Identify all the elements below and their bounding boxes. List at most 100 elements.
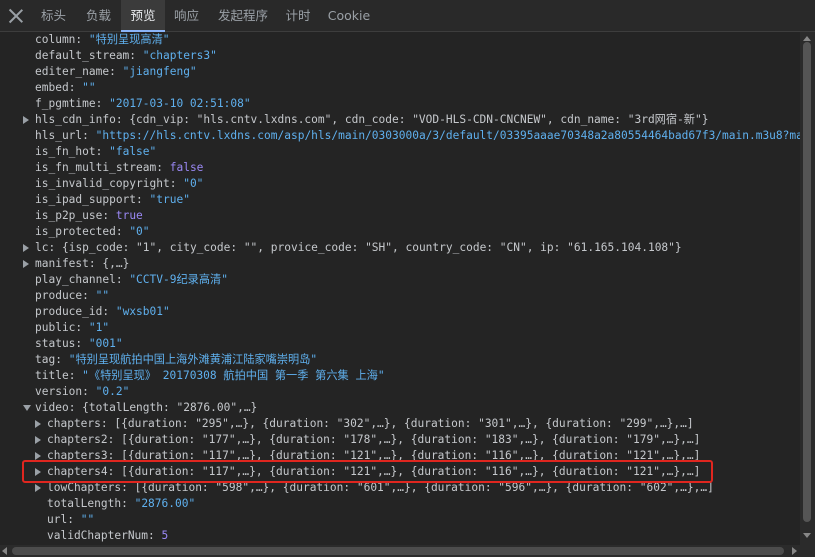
- json-row-produce-id: produce_id: "wxsb01": [35, 304, 170, 320]
- json-value: "2017-03-10 02:51:08": [109, 97, 251, 110]
- json-preview: {totalLength: "2876.00",…}: [82, 401, 258, 414]
- json-value: "001": [88, 337, 123, 350]
- triangle-right-icon[interactable]: [35, 436, 41, 444]
- json-row-column: column: "特别呈现高清": [35, 32, 170, 48]
- triangle-right-icon[interactable]: [23, 260, 29, 268]
- json-key: url: [47, 513, 68, 526]
- json-colon: :: [115, 113, 130, 126]
- json-preview: {isp_code: "1", city_code: "", provice_c…: [61, 241, 682, 254]
- json-colon: :: [68, 369, 83, 382]
- json-colon: :: [156, 161, 170, 174]
- json-value: "chapters3": [142, 49, 217, 62]
- scroll-left-arrow-icon[interactable]: [2, 547, 7, 555]
- json-row-play-channel: play_channel: "CCTV-9纪录高清": [35, 272, 228, 288]
- json-value: "wxsb01": [115, 305, 170, 318]
- tab-timing[interactable]: 计时: [278, 0, 318, 31]
- json-row-manifest[interactable]: manifest: {,…}: [23, 256, 130, 272]
- json-colon: :: [115, 225, 130, 238]
- triangle-right-icon[interactable]: [23, 244, 29, 252]
- json-key: hls_url: [35, 129, 83, 142]
- close-icon[interactable]: [6, 6, 26, 26]
- triangle-right-icon[interactable]: [23, 116, 29, 124]
- json-row-chapters[interactable]: chapters: [{duration: "295",…}, {duratio…: [35, 416, 694, 432]
- tab-response[interactable]: 响应: [165, 0, 208, 31]
- json-value: "特别呈现航拍中国上海外滩黄浦江陆家嘴崇明岛": [68, 353, 318, 366]
- json-value: "0": [129, 225, 150, 238]
- json-colon: :: [55, 353, 69, 366]
- tab-cookie[interactable]: Cookie: [318, 0, 380, 31]
- json-row-editer-name: editer_name: "jiangfeng": [35, 64, 197, 80]
- json-key: embed: [35, 81, 69, 94]
- json-colon: :: [100, 417, 115, 430]
- json-key: f_pgmtime: [35, 97, 96, 110]
- json-row-is-p2p-use: is_p2p_use: true: [35, 208, 143, 224]
- json-colon: :: [82, 129, 96, 142]
- json-value: "CCTV-9纪录高清": [129, 273, 228, 286]
- json-value: "1": [88, 321, 110, 334]
- tab-initiator[interactable]: 发起程序: [208, 0, 278, 31]
- json-row-tag: tag: "特别呈现航拍中国上海外滩黄浦江陆家嘴崇明岛": [35, 352, 317, 368]
- json-preview: {,…}: [102, 257, 130, 270]
- vertical-scrollbar[interactable]: [800, 32, 815, 545]
- json-colon: :: [148, 529, 162, 542]
- json-value: "": [82, 81, 96, 94]
- json-key: status: [35, 337, 76, 350]
- json-colon: :: [169, 177, 184, 190]
- json-key: produce_id: [35, 305, 103, 318]
- json-row-title: title: "《特别呈现》 20170308 航拍中国 第一季 第六集 上海": [35, 368, 385, 384]
- triangle-right-icon[interactable]: [35, 420, 41, 428]
- json-colon: :: [82, 385, 96, 398]
- json-value: "https://hls.cntv.lxdns.com/asp/hls/main…: [95, 129, 815, 142]
- json-key: is_p2p_use: [35, 209, 103, 222]
- tab-headers[interactable]: 标头: [31, 0, 76, 31]
- triangle-right-icon[interactable]: [35, 484, 41, 492]
- json-value: "0.2": [95, 385, 130, 398]
- json-colon: :: [107, 433, 122, 446]
- json-colon: :: [129, 49, 143, 62]
- json-row-is-ipad-support: is_ipad_support: "true": [35, 192, 190, 208]
- json-key: is_ipad_support: [35, 193, 137, 206]
- json-row-status: status: "001": [35, 336, 123, 352]
- json-key: chapters: [47, 417, 101, 430]
- json-key: editer_name: [35, 65, 110, 78]
- json-row-is-fn-hot: is_fn_hot: "false": [35, 144, 156, 160]
- json-row-f-pgmtime: f_pgmtime: "2017-03-10 02:51:08": [35, 96, 251, 112]
- json-preview: [{duration: "177",…}, {duration: "178",……: [121, 433, 701, 446]
- json-row-lc[interactable]: lc: {isp_code: "1", city_code: "", provi…: [23, 240, 682, 256]
- json-colon: :: [115, 273, 130, 286]
- json-colon: :: [82, 289, 96, 302]
- scroll-right-arrow-icon[interactable]: [792, 547, 797, 555]
- devtools-tab-bar: 标头 负载 预览 响应 发起程序 计时 Cookie: [0, 0, 815, 32]
- json-row-chapters2[interactable]: chapters2: [{duration: "177",…}, {durati…: [35, 432, 701, 448]
- vertical-scrollbar-thumb[interactable]: [803, 42, 811, 522]
- json-key: video: [35, 401, 69, 414]
- json-key: column: [35, 33, 76, 46]
- json-preview: {cdn_vip: "hls.cntv.lxdns.com", cdn_code…: [129, 113, 709, 126]
- triangle-down-icon[interactable]: [23, 405, 31, 411]
- json-value: "": [95, 289, 110, 302]
- json-colon: :: [109, 65, 123, 78]
- tab-preview[interactable]: 预览: [121, 0, 165, 32]
- scroll-down-arrow-icon[interactable]: [803, 533, 811, 538]
- json-row-default-stream: default_stream: "chapters3": [35, 48, 217, 64]
- json-colon: :: [121, 497, 135, 510]
- json-key: chapters2: [47, 433, 108, 446]
- json-key: title: [35, 369, 69, 382]
- json-colon: :: [67, 513, 81, 526]
- tab-payload[interactable]: 负载: [76, 0, 121, 31]
- json-value: "2876.00": [134, 497, 196, 510]
- json-row-url: url: "": [47, 512, 94, 528]
- scroll-up-arrow-icon[interactable]: [803, 36, 811, 41]
- horizontal-scrollbar[interactable]: [0, 545, 815, 557]
- json-key: totalLength: [47, 497, 122, 510]
- json-colon: :: [68, 401, 83, 414]
- json-key: hls_cdn_info: [35, 113, 116, 126]
- json-colon: :: [88, 257, 103, 270]
- json-row-video[interactable]: video: {totalLength: "2876.00",…}: [23, 400, 258, 416]
- triangle-right-icon[interactable]: [35, 452, 41, 460]
- json-key: play_channel: [35, 273, 116, 286]
- horizontal-scrollbar-thumb[interactable]: [12, 547, 784, 555]
- json-value: "": [80, 513, 95, 526]
- json-row-hls-cdn-info[interactable]: hls_cdn_info: {cdn_vip: "hls.cntv.lxdns.…: [23, 112, 709, 128]
- json-colon: :: [95, 145, 110, 158]
